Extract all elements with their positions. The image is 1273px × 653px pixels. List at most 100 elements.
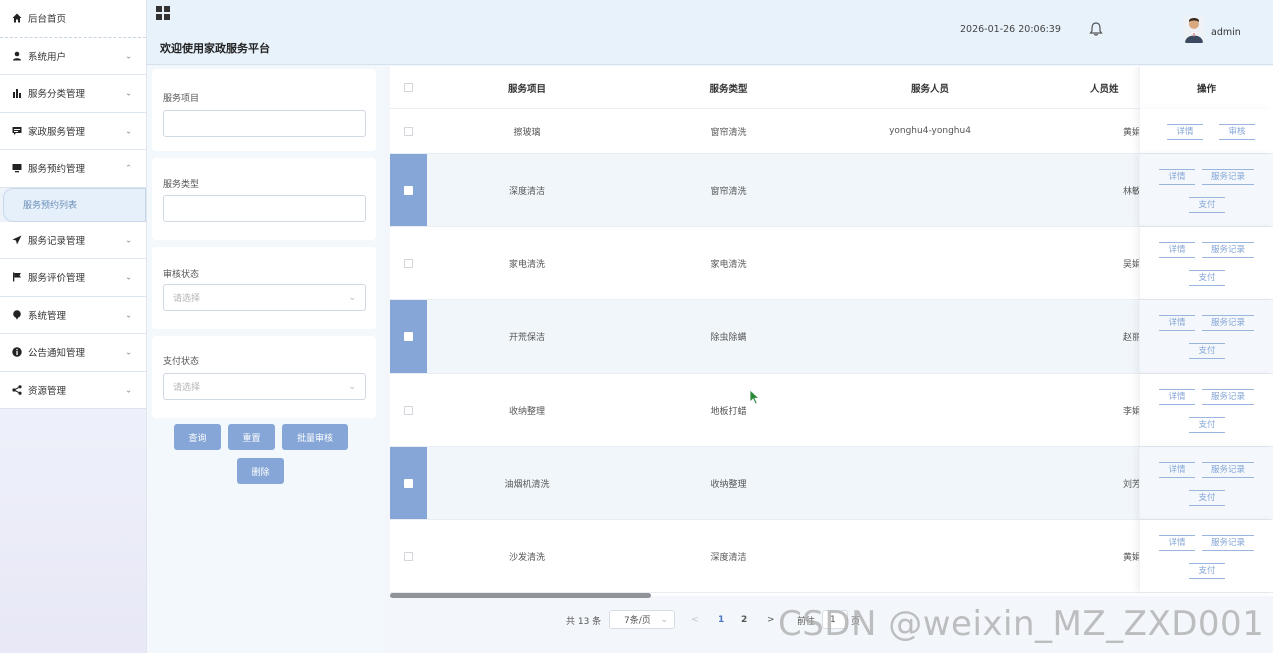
row-checkbox[interactable] xyxy=(404,126,413,136)
prev-page-icon[interactable]: < xyxy=(691,610,699,630)
row-checkbox[interactable] xyxy=(404,332,413,341)
detail-button[interactable]: 详情 xyxy=(1159,534,1195,551)
row-checkbox[interactable] xyxy=(404,551,413,561)
sidebar-item-label: 服务分类管理 xyxy=(28,89,86,101)
table-row[interactable]: 开荒保洁 除虫除螨 赵丽 详情 服务记录 支付 xyxy=(390,300,1273,374)
sidebar-item-home[interactable]: 后台首页 xyxy=(0,0,146,38)
service-record-button[interactable]: 服务记录 xyxy=(1202,388,1254,405)
sidebar-item-resource[interactable]: 资源管理 ⌄ xyxy=(0,371,146,409)
bell-icon[interactable] xyxy=(1088,21,1104,37)
cell-service-item: 收纳整理 xyxy=(508,406,545,417)
audit-button[interactable]: 审核 xyxy=(1219,123,1255,140)
service-type-label: 服务类型 xyxy=(163,180,200,190)
row-actions: 详情 审核 xyxy=(1139,109,1273,153)
avatar[interactable] xyxy=(1183,15,1205,43)
bar-chart-icon xyxy=(11,87,23,99)
service-type-input[interactable] xyxy=(163,195,366,222)
service-record-button[interactable]: 服务记录 xyxy=(1202,241,1254,258)
row-checkbox[interactable] xyxy=(404,405,413,415)
batch-audit-button[interactable]: 批量审核 xyxy=(282,424,348,450)
info-icon xyxy=(11,346,23,358)
service-item-input[interactable] xyxy=(163,110,366,137)
sidebar-item-service-review[interactable]: 服务评价管理 ⌄ xyxy=(0,259,146,297)
sidebar-item-service-record[interactable]: 服务记录管理 ⌄ xyxy=(0,221,146,259)
service-record-button[interactable]: 服务记录 xyxy=(1202,315,1254,331)
next-page-icon[interactable]: > xyxy=(767,610,775,630)
row-checkbox[interactable] xyxy=(404,258,413,268)
cell-service-type: 除虫除螨 xyxy=(710,333,747,343)
row-actions: 详情 服务记录支付 xyxy=(1139,300,1273,373)
page-title: 欢迎使用家政服务平台 xyxy=(160,42,270,55)
sidebar-item-system[interactable]: 系统管理 ⌄ xyxy=(0,296,146,334)
menu-toggle-icon[interactable] xyxy=(156,6,170,20)
table-row[interactable]: 擦玻璃 窗帘清洗 yonghu4-yonghu4 黄娟 详情 审核 xyxy=(390,109,1273,154)
cell-service-type: 收纳整理 xyxy=(710,479,747,490)
service-record-button[interactable]: 服务记录 xyxy=(1202,534,1254,551)
audit-status-label: 审核状态 xyxy=(163,270,200,280)
pay-button[interactable]: 支付 xyxy=(1189,343,1225,359)
table-row[interactable]: 油烟机清洗 收纳整理 刘芳 详情 服务记录 支付 xyxy=(390,447,1273,520)
top-header: 欢迎使用家政服务平台 2026-01-26 20:06:39 admin xyxy=(147,0,1273,65)
row-checkbox-cell xyxy=(390,374,427,446)
query-button[interactable]: 查询 xyxy=(174,424,221,450)
row-checkbox[interactable] xyxy=(404,478,413,488)
datetime-display: 2026-01-26 20:06:39 xyxy=(960,24,1061,35)
delete-button[interactable]: 删除 xyxy=(237,458,284,484)
pay-status-select[interactable]: 请选择 ⌄ xyxy=(163,373,366,400)
row-actions: 详情 服务记录支付 xyxy=(1139,227,1273,299)
search-panel: 服务项目 服务类型 审核状态 请选择 ⌄ 支付状态 请选择 ⌄ 查询 重置 批量… xyxy=(147,66,385,653)
detail-button[interactable]: 详情 xyxy=(1159,461,1195,478)
appointment-table: 服务项目 服务类型 服务人员 人员姓 操作 擦玻璃 窗帘清洗 yonghu4-yon… xyxy=(390,66,1273,596)
service-record-button[interactable]: 服务记录 xyxy=(1202,461,1254,478)
page-size-select[interactable]: 7条/页 ⌄ xyxy=(609,610,675,629)
column-header[interactable]: 服务项目 xyxy=(427,66,627,109)
chevron-down-icon: ⌄ xyxy=(125,51,132,61)
column-header[interactable]: 服务人员 xyxy=(830,66,1030,109)
home-icon xyxy=(11,12,23,24)
detail-button[interactable]: 详情 xyxy=(1159,388,1195,405)
table-row[interactable]: 家电清洗 家电清洗 吴娟 详情 服务记录 支付 xyxy=(390,227,1273,300)
sidebar-item-label: 服务预约管理 xyxy=(28,164,86,176)
pay-button[interactable]: 支付 xyxy=(1189,562,1225,579)
row-checkbox[interactable] xyxy=(404,185,413,195)
cell-service-staff xyxy=(830,374,1030,446)
audit-status-select[interactable]: 请选择 ⌄ xyxy=(163,284,366,311)
sidebar-item-notice[interactable]: 公告通知管理 ⌄ xyxy=(0,334,146,372)
cell-service-item: 家电清洗 xyxy=(508,259,545,270)
cell-service-item: 油烟机清洗 xyxy=(504,479,550,490)
table-row[interactable]: 收纳整理 地板打蜡 李娟 详情 服务记录 支付 xyxy=(390,374,1273,447)
detail-button[interactable]: 详情 xyxy=(1167,123,1203,140)
sidebar-item-users[interactable]: 系统用户 ⌄ xyxy=(0,37,146,75)
service-record-button[interactable]: 服务记录 xyxy=(1202,168,1254,185)
sidebar-item-service-category[interactable]: 服务分类管理 ⌄ xyxy=(0,75,146,113)
reset-button[interactable]: 重置 xyxy=(228,424,275,450)
page-number[interactable]: 1 xyxy=(718,610,724,630)
pay-status-filter: 支付状态 请选择 ⌄ xyxy=(152,336,376,418)
username-label[interactable]: admin xyxy=(1211,27,1241,38)
column-header[interactable]: 服务类型 xyxy=(627,66,830,109)
detail-button[interactable]: 详情 xyxy=(1159,168,1195,185)
table-row[interactable]: 深度清洁 窗帘清洗 林敏 详情 服务记录 支付 xyxy=(390,154,1273,227)
sidebar-subitem-appointment-list[interactable]: 服务预约列表 xyxy=(3,187,146,222)
page-number[interactable]: 2 xyxy=(741,610,747,630)
sidebar-item-housekeeping[interactable]: 家政服务管理 ⌄ xyxy=(0,112,146,150)
sidebar-item-appointment[interactable]: 服务预约管理 ⌃ xyxy=(0,150,146,188)
cell-service-item: 深度清洁 xyxy=(508,186,545,197)
pay-button[interactable]: 支付 xyxy=(1189,416,1225,433)
detail-button[interactable]: 详情 xyxy=(1159,241,1195,258)
sidebar-item-label: 资源管理 xyxy=(28,385,67,397)
sidebar: 后台首页 系统用户 ⌄ 服务分类管理 ⌄ 家政服务管理 ⌄ 服务预约管理 ⌃ 服… xyxy=(0,0,147,653)
row-actions: 详情 服务记录支付 xyxy=(1139,520,1273,592)
horizontal-scrollbar[interactable] xyxy=(390,593,651,598)
select-all-checkbox[interactable] xyxy=(404,83,413,92)
pay-button[interactable]: 支付 xyxy=(1189,489,1225,506)
pay-button[interactable]: 支付 xyxy=(1189,269,1225,286)
pay-button[interactable]: 支付 xyxy=(1189,196,1225,213)
service-item-label: 服务项目 xyxy=(163,94,200,104)
detail-button[interactable]: 详情 xyxy=(1159,315,1195,331)
page-size-value: 7条/页 xyxy=(624,616,651,626)
table-row[interactable]: 沙发清洗 深度清洁 黄娟 详情 服务记录 支付 xyxy=(390,520,1273,593)
pin-icon xyxy=(11,309,23,321)
chevron-down-icon: ⌄ xyxy=(348,381,356,392)
chevron-up-icon: ⌃ xyxy=(125,163,132,173)
